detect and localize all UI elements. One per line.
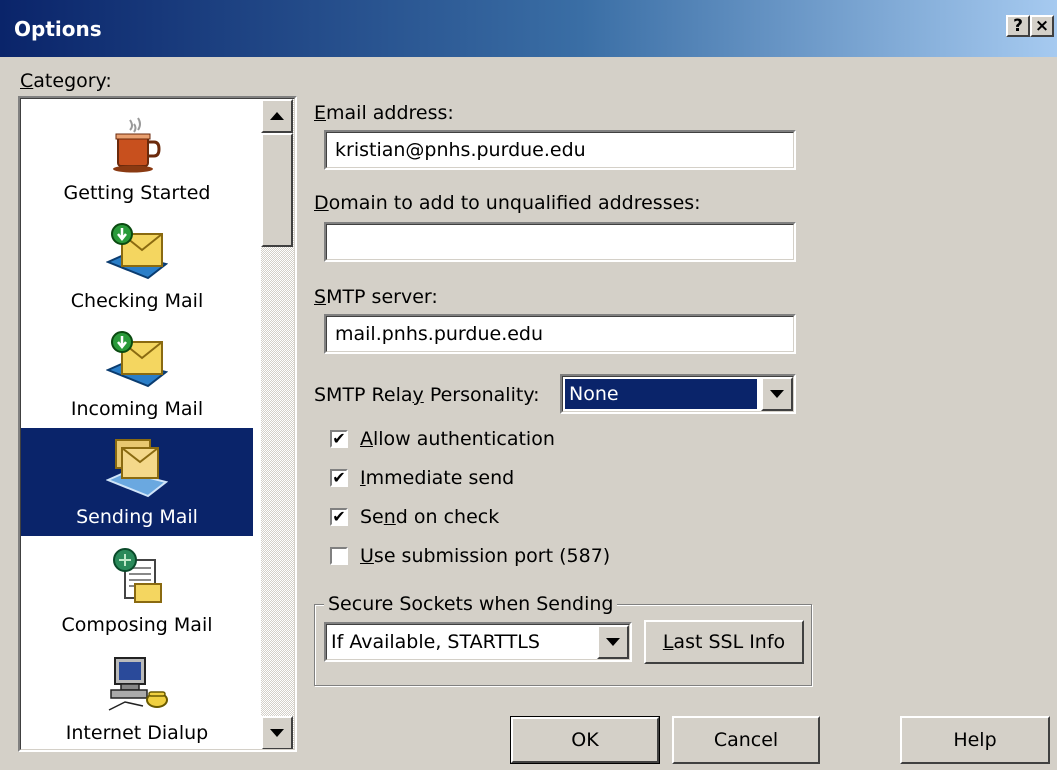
email-label-rest: mail address: bbox=[326, 102, 454, 124]
category-item-internet-dialup[interactable]: Internet Dialup bbox=[21, 644, 253, 749]
close-button[interactable]: × bbox=[1030, 15, 1054, 37]
ssl-select[interactable]: If Available, STARTTLS bbox=[324, 622, 632, 662]
arrow-down-icon bbox=[270, 729, 284, 737]
relay-label: SMTP Relay Personality: bbox=[314, 384, 540, 406]
mail-download-icon bbox=[106, 223, 168, 280]
smtp-label-rest: MTP server: bbox=[326, 286, 438, 308]
mail-send-icon bbox=[106, 439, 168, 498]
category-item-label: Incoming Mail bbox=[70, 398, 204, 420]
checkbox-box[interactable] bbox=[330, 547, 348, 565]
last-ssl-info-button[interactable]: Last SSL Info bbox=[644, 620, 804, 664]
checkbox-box[interactable]: ✔ bbox=[330, 469, 348, 487]
cancel-button[interactable]: Cancel bbox=[672, 716, 820, 764]
ok-button[interactable]: OK bbox=[511, 717, 659, 763]
mail-download-icon bbox=[106, 331, 168, 388]
computer-phone-icon bbox=[108, 657, 168, 711]
send-on-check-checkbox[interactable]: ✔ Send on check bbox=[330, 506, 499, 528]
compose-mail-icon bbox=[113, 548, 162, 603]
category-item-incoming-mail[interactable]: Incoming Mail bbox=[21, 320, 253, 428]
category-item-label: Composing Mail bbox=[61, 614, 213, 636]
email-label: Email address: bbox=[314, 102, 454, 124]
category-label-rest: ategory: bbox=[33, 70, 112, 92]
category-list[interactable]: Getting Started Checking Mail Incoming M… bbox=[18, 96, 297, 752]
chevron-down-icon bbox=[606, 638, 620, 646]
category-item-label: Getting Started bbox=[63, 182, 211, 204]
arrow-up-icon bbox=[270, 112, 284, 120]
email-field[interactable]: kristian@pnhs.purdue.edu bbox=[324, 130, 796, 170]
relay-dropdown-button[interactable] bbox=[761, 377, 793, 411]
ssl-value: If Available, STARTTLS bbox=[331, 631, 540, 653]
scroll-down-button[interactable] bbox=[261, 716, 293, 749]
ssl-dropdown-button[interactable] bbox=[597, 625, 629, 659]
category-label: Category: bbox=[20, 70, 112, 92]
relay-select[interactable]: None bbox=[560, 374, 796, 414]
category-item-composing-mail[interactable]: Composing Mail bbox=[21, 536, 253, 644]
checkbox-box[interactable]: ✔ bbox=[330, 508, 348, 526]
category-item-label: Checking Mail bbox=[70, 290, 204, 312]
chevron-down-icon bbox=[770, 390, 784, 398]
category-item-label: Internet Dialup bbox=[65, 722, 209, 744]
scroll-thumb[interactable] bbox=[261, 133, 293, 247]
checkbox-box[interactable]: ✔ bbox=[330, 430, 348, 448]
checkbox-label-rest: se submission port (587) bbox=[373, 545, 611, 567]
help-title-button[interactable]: ? bbox=[1006, 15, 1030, 37]
allow-auth-checkbox[interactable]: ✔ Allow authentication bbox=[330, 428, 555, 450]
button-label-rest: ast SSL Info bbox=[673, 631, 786, 653]
coffee-cup-icon bbox=[113, 117, 161, 173]
smtp-value: mail.pnhs.purdue.edu bbox=[335, 323, 544, 345]
domain-label-rest: omain to add to unqualified addresses: bbox=[328, 192, 701, 214]
submission-port-checkbox[interactable]: Use submission port (587) bbox=[330, 545, 610, 567]
checkbox-label-rest: llow authentication bbox=[373, 428, 555, 450]
email-value: kristian@pnhs.purdue.edu bbox=[335, 139, 586, 161]
category-item-sending-mail[interactable]: Sending Mail bbox=[21, 428, 253, 536]
domain-label: Domain to add to unqualified addresses: bbox=[314, 192, 701, 214]
category-item-getting-started[interactable]: Getting Started bbox=[21, 104, 253, 212]
smtp-field[interactable]: mail.pnhs.purdue.edu bbox=[324, 314, 796, 354]
smtp-label: SMTP server: bbox=[314, 286, 438, 308]
checkbox-label-rest: mmediate send bbox=[365, 467, 515, 489]
category-item-label: Sending Mail bbox=[76, 506, 198, 528]
scroll-up-button[interactable] bbox=[261, 99, 293, 133]
help-button[interactable]: Help bbox=[900, 716, 1050, 764]
immediate-send-checkbox[interactable]: ✔ Immediate send bbox=[330, 467, 514, 489]
domain-field[interactable] bbox=[324, 222, 796, 262]
category-scrollbar[interactable] bbox=[261, 99, 294, 749]
relay-value: None bbox=[569, 383, 619, 405]
title-bar bbox=[0, 0, 1057, 57]
window-title: Options bbox=[14, 17, 102, 41]
ok-button-frame[interactable]: OK bbox=[510, 716, 660, 764]
ssl-group-label: Secure Sockets when Sending bbox=[324, 593, 618, 615]
category-item-checking-mail[interactable]: Checking Mail bbox=[21, 212, 253, 320]
